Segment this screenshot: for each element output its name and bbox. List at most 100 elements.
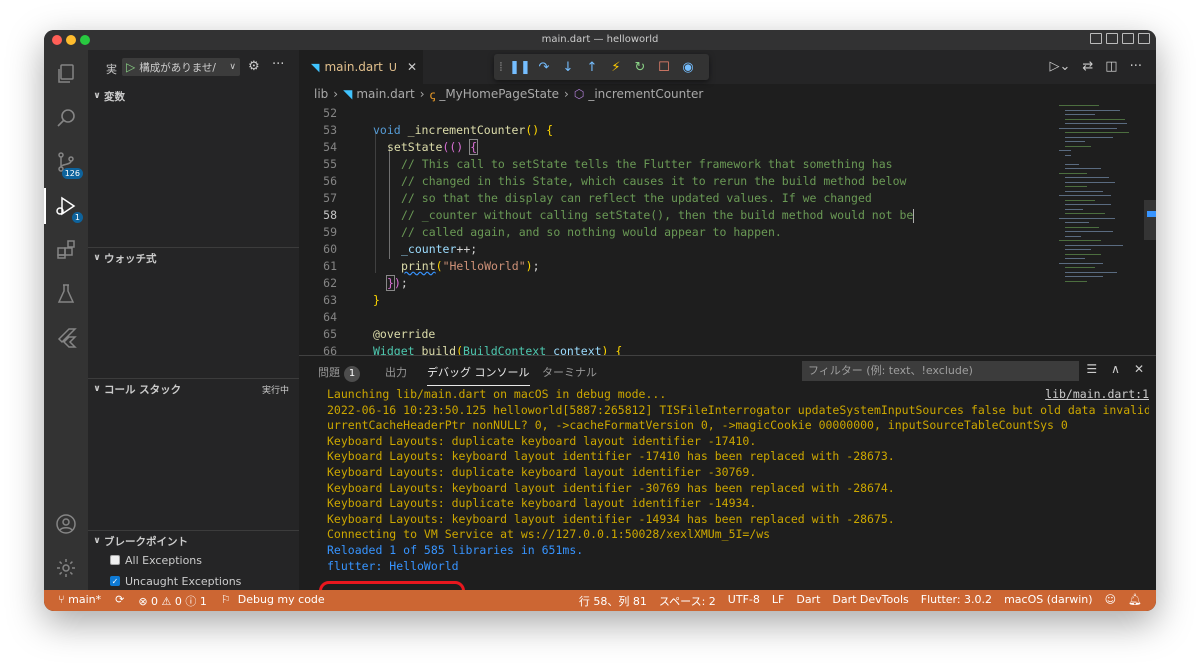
minimap-line (1065, 235, 1081, 237)
breakpoint-uncaught-exceptions[interactable]: ✓ Uncaught Exceptions (110, 572, 241, 590)
step-over-icon[interactable]: ↷ (532, 60, 556, 75)
console-line: 2022-06-16 10:23:50.125 helloworld[5887:… (327, 402, 1149, 417)
breadcrumb-method[interactable]: _incrementCounter (588, 87, 703, 101)
git-branch-item[interactable]: ⑂ main* (58, 593, 101, 609)
code-line: 55 // This call to setState tells the Flu… (299, 156, 1059, 173)
stop-icon[interactable]: ☐ (652, 60, 676, 75)
vscode-window: main.dart — helloworld 126 1 実 ▷ 構成がありませ… (44, 30, 1156, 611)
warnings-count: 0 (174, 595, 182, 608)
testing-icon[interactable] (52, 280, 80, 308)
problems-item[interactable]: ⊗ 0 ⚠ 0 ⓘ 1 (138, 593, 207, 609)
debug-console-output: Launching lib/main.dart on macOS in debu… (327, 387, 1149, 574)
code-comment: // This call to setState tells the Flutt… (401, 157, 893, 171)
debug-console-filter-input[interactable]: フィルター (例: text、!exclude) (802, 361, 1079, 381)
variables-section-header[interactable]: ∨ 変数 (88, 86, 299, 106)
watch-section-header[interactable]: ∨ ウォッチ式 (88, 247, 299, 268)
line-number: 59 (323, 225, 337, 239)
code-line: 62}); (299, 275, 1059, 292)
console-line: Keyboard Layouts: duplicate keyboard lay… (327, 496, 757, 511)
minimap-line (1065, 249, 1091, 250)
flutter-icon[interactable] (52, 324, 80, 352)
start-debugging-icon[interactable]: ▷ (126, 60, 135, 74)
dart-devtools[interactable]: Dart DevTools (832, 593, 908, 609)
step-out-icon[interactable]: ↑ (580, 60, 604, 75)
breadcrumb-file[interactable]: main.dart (356, 87, 414, 101)
line-number: 62 (323, 276, 337, 290)
minimap-line (1065, 208, 1083, 210)
run-debug-dropdown-icon[interactable]: ▷⌄ (1050, 59, 1071, 74)
encoding[interactable]: UTF-8 (728, 593, 760, 609)
minimap-line (1065, 199, 1095, 201)
open-devtools-icon[interactable]: ◉ (676, 60, 700, 75)
manage-gear-icon[interactable] (52, 554, 80, 582)
tab-main-dart[interactable]: ◥ main.dart U ✕ (299, 50, 423, 84)
chevron-right-icon: › (419, 87, 425, 101)
extensions-icon[interactable] (52, 236, 80, 264)
minimap-line (1065, 123, 1127, 124)
feedback-icon[interactable]: ☺ (1105, 593, 1116, 609)
tab-problems[interactable]: 問題 1 (318, 364, 360, 382)
step-into-icon[interactable]: ↓ (556, 60, 580, 75)
breadcrumb-class[interactable]: _MyHomePageState (439, 87, 559, 101)
code-line-current: 58 // _counter without calling setState()… (299, 207, 1059, 224)
breakpoints-section-header[interactable]: ∨ ブレークポイント (88, 530, 299, 551)
line-number: 61 (323, 259, 337, 273)
pause-icon[interactable]: ❚❚ (508, 60, 532, 75)
customize-layout-icon[interactable] (1138, 33, 1150, 44)
tab-debug-console[interactable]: デバッグ コンソール (427, 364, 530, 386)
debug-config-label: Debug my code (237, 593, 325, 606)
target-device[interactable]: macOS (darwin) (1004, 593, 1093, 609)
tab-terminal[interactable]: ターミナル (542, 364, 597, 380)
launch-config-select[interactable]: ▷ 構成がありませ/ ∨ (122, 58, 240, 76)
uncaught-exceptions-checkbox[interactable]: ✓ (110, 576, 120, 586)
code-editor[interactable]: 52 53 void _incrementCounter() { 54 setSta… (299, 105, 1059, 358)
code-line: 59 // called again, and so nothing would … (299, 224, 1059, 241)
toggle-panel-icon[interactable] (1106, 33, 1118, 44)
tab-output[interactable]: 出力 (385, 364, 407, 380)
search-icon[interactable] (52, 104, 80, 132)
drag-handle-icon[interactable]: ⁞ (494, 60, 508, 75)
end-of-line[interactable]: LF (772, 593, 784, 609)
close-panel-icon[interactable]: ✕ (1134, 362, 1144, 376)
all-exceptions-checkbox[interactable] (110, 555, 120, 565)
debug-config-item[interactable]: ⚐ Debug my code (221, 593, 325, 609)
explorer-icon[interactable] (52, 60, 80, 88)
minimap-line (1065, 276, 1103, 277)
minimap-line (1059, 217, 1115, 219)
language-mode[interactable]: Dart (796, 593, 820, 609)
dart-file-icon: ◥ (311, 60, 320, 74)
run-and-debug-icon[interactable]: 1 (44, 188, 83, 224)
clear-console-icon[interactable]: ☰ (1086, 362, 1097, 376)
flutter-version[interactable]: Flutter: 3.0.2 (921, 593, 992, 609)
minimap-line (1065, 163, 1079, 165)
maximize-panel-icon[interactable]: ∧ (1111, 362, 1120, 376)
call-stack-section-header[interactable]: ∨ コール スタック 実行中 (88, 378, 299, 399)
dart-file-icon: ◥ (343, 87, 353, 101)
cursor-position[interactable]: 行 58、列 81 (579, 593, 647, 609)
source-control-icon[interactable]: 126 (52, 148, 83, 179)
indentation[interactable]: スペース: 2 (659, 593, 716, 609)
more-actions-icon[interactable]: ··· (1130, 59, 1142, 74)
git-compare-icon[interactable]: ⇄ (1082, 59, 1093, 74)
accounts-icon[interactable] (52, 510, 80, 538)
minimap-line (1065, 168, 1101, 169)
toggle-sidebar-icon[interactable] (1090, 33, 1102, 44)
notifications-bell-icon[interactable]: 🔔︎ (1128, 593, 1142, 609)
minimap[interactable] (1059, 105, 1139, 305)
breakpoint-all-exceptions[interactable]: All Exceptions (110, 551, 202, 569)
editor-scrollbar[interactable] (1144, 200, 1156, 240)
hot-reload-icon[interactable]: ⚡ (604, 60, 628, 75)
toggle-secondary-sidebar-icon[interactable] (1122, 33, 1134, 44)
restart-icon[interactable]: ↻ (628, 60, 652, 75)
layout-controls (1090, 33, 1150, 44)
code-text: void _incrementCounter() { (373, 123, 554, 137)
close-tab-icon[interactable]: ✕ (407, 60, 417, 74)
split-editor-icon[interactable]: ◫ (1105, 59, 1117, 74)
breadcrumb-folder[interactable]: lib (314, 87, 328, 101)
open-launch-json-gear-icon[interactable]: ⚙ (248, 59, 260, 74)
more-actions-icon[interactable]: ··· (272, 57, 284, 72)
panel-tabs: 問題 1 出力 デバッグ コンソール ターミナル フィルター (例: text、!… (299, 356, 1156, 386)
text-cursor (913, 208, 915, 223)
sync-icon[interactable]: ⟳ (115, 593, 124, 609)
console-line: Keyboard Layouts: keyboard layout identi… (327, 480, 895, 495)
